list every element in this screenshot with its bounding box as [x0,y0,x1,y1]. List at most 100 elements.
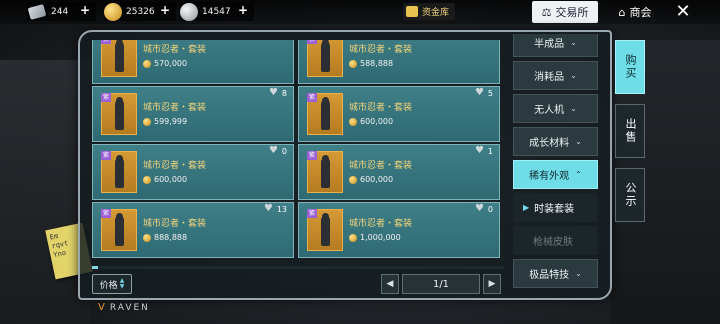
like-count-value: 0 [281,146,287,156]
ticket-amount: 244 [51,6,69,17]
brand-logo: V RAVEN [98,302,150,313]
category-item[interactable]: 极品特技 ⌄ [513,259,598,288]
prev-page-icon: ◀ [386,279,394,289]
item-price: 888,888 [143,233,187,242]
category-item[interactable]: 稀有外观 ⌃ [513,160,598,189]
vault-label: 资金库 [422,8,450,18]
like-count[interactable]: ♥ 0 [269,146,287,156]
figure-body [115,42,124,72]
category-item[interactable]: 半成品 ⌄ [513,34,598,57]
tab-exchange[interactable]: ⚖ 交易所 [532,1,598,23]
figure-body [115,216,124,246]
category-item[interactable]: 消耗品 ⌄ [513,61,598,90]
tab-sell-label: 出售 [624,118,637,144]
raven-logo-icon: V [98,302,107,313]
vault-button[interactable]: 资金库 [403,3,456,20]
item-name: 城市忍者・套装 [143,45,207,55]
like-count[interactable]: ♥ 13 [264,204,287,214]
sort-label: 价格 [99,280,118,291]
figure-body [321,216,330,246]
item-name: 城市忍者・套装 [143,219,207,229]
tab-notice[interactable]: 公示 [615,168,645,222]
tab-shop-label: 商会 [629,6,652,19]
silver-amount: 14547 [202,6,231,17]
rarity-tag: 紫 [307,209,317,218]
rarity-tag: 紫 [307,40,317,44]
sort-by-price-button[interactable]: 价格 ▲ ▼ [92,274,132,294]
item-card[interactable]: 紫 ♥ 0 城市忍者・套装 600,000 [92,144,294,200]
category-item[interactable]: 无人机 ⌄ [513,94,598,123]
horizontal-scrollbar[interactable] [92,266,504,269]
subcategory-label: 枪械皮肤 [533,237,573,248]
heart-icon: ♥ [263,203,273,214]
item-card[interactable]: 紫 ♥ 0 城市忍者・套装 1,000,000 [298,202,500,258]
category-label: 极品特技 [529,270,570,281]
ticket-icon [27,3,47,20]
item-name: 城市忍者・套装 [143,161,207,171]
rarity-tag: 紫 [307,93,317,102]
category-label: 稀有外观 [529,171,570,182]
like-count[interactable]: ♥ 0 [475,204,493,214]
item-card[interactable]: 紫 ♥ 8 城市忍者・套装 599,999 [92,86,294,142]
item-price-value: 888,888 [154,233,188,242]
background-wall [0,60,90,324]
item-grid[interactable]: 紫♥23城市忍者・套装570,000紫♥19城市忍者・套装588,888紫♥8城… [92,40,504,262]
item-card[interactable]: 紫 ♥ 1 城市忍者・套装 600,000 [298,144,500,200]
rarity-tag: 紫 [307,151,317,160]
item-price: 570,000 [143,59,187,68]
brand-text: RAVEN [109,302,150,313]
item-price: 600,000 [349,175,393,184]
close-icon: ✕ [675,1,691,22]
like-count[interactable]: ♥ 5 [475,88,493,98]
like-count-value: 13 [276,204,287,214]
chevron-down-icon: ⌄ [570,38,577,47]
add-silver-button[interactable]: + [238,3,248,17]
scrollbar-thumb[interactable] [92,266,98,269]
subcategory-item[interactable]: ▶ 时装套装 [513,193,598,222]
item-price: 599,999 [143,117,187,126]
close-button[interactable]: ✕ [672,2,694,22]
item-price-value: 588,888 [360,59,394,68]
like-count[interactable]: ♥ 8 [269,88,287,98]
figure-body [321,42,330,72]
item-price: 588,888 [349,59,393,68]
tab-notice-label: 公示 [624,182,637,208]
subcategory-item[interactable]: 枪械皮肤 [513,226,598,255]
chevron-down-icon: ⌄ [575,269,582,278]
tab-buy[interactable]: 购买 [615,40,645,94]
subcategory-label: 时装套装 [534,204,575,215]
category-label: 成长材料 [529,138,570,149]
add-ticket-button[interactable]: + [80,3,90,17]
rarity-tag: 紫 [101,209,111,218]
category-label: 消耗品 [534,72,565,83]
like-count-value: 5 [487,88,493,98]
item-card[interactable]: 紫 ♥ 5 城市忍者・套装 600,000 [298,86,500,142]
prev-page-button[interactable]: ◀ [381,274,399,294]
like-count[interactable]: ♥ 1 [475,146,493,156]
tab-sell[interactable]: 出售 [615,104,645,158]
heart-icon: ♥ [474,145,484,156]
gold-coin-icon [349,175,357,184]
add-gold-button[interactable]: + [160,3,170,17]
chevron-up-icon: ⌃ [575,170,582,179]
item-thumbnail: 紫 [101,209,137,251]
item-thumbnail: 紫 [307,93,343,135]
tab-shop[interactable]: ⌂ 商会 [611,1,659,23]
silver-coin-icon [180,2,198,21]
gold-coin-icon [349,233,357,242]
sticky-note-text: Em rqvt Yno [48,232,70,260]
heart-icon: ♥ [268,87,278,98]
scale-icon: ⚖ [541,5,552,19]
item-card[interactable]: 紫♥23城市忍者・套装570,000 [92,40,294,84]
next-page-button[interactable]: ▶ [483,274,501,294]
item-thumbnail: 紫 [307,151,343,193]
rarity-tag: 紫 [101,40,111,44]
rarity-tag: 紫 [101,151,111,160]
item-thumbnail: 紫 [101,151,137,193]
item-price: 1,000,000 [349,233,401,242]
category-item[interactable]: 成长材料 ⌄ [513,127,598,156]
item-card[interactable]: 紫 ♥ 13 城市忍者・套装 888,888 [92,202,294,258]
item-price-value: 570,000 [154,59,188,68]
item-name: 城市忍者・套装 [143,103,207,113]
item-card[interactable]: 紫♥19城市忍者・套装588,888 [298,40,500,84]
